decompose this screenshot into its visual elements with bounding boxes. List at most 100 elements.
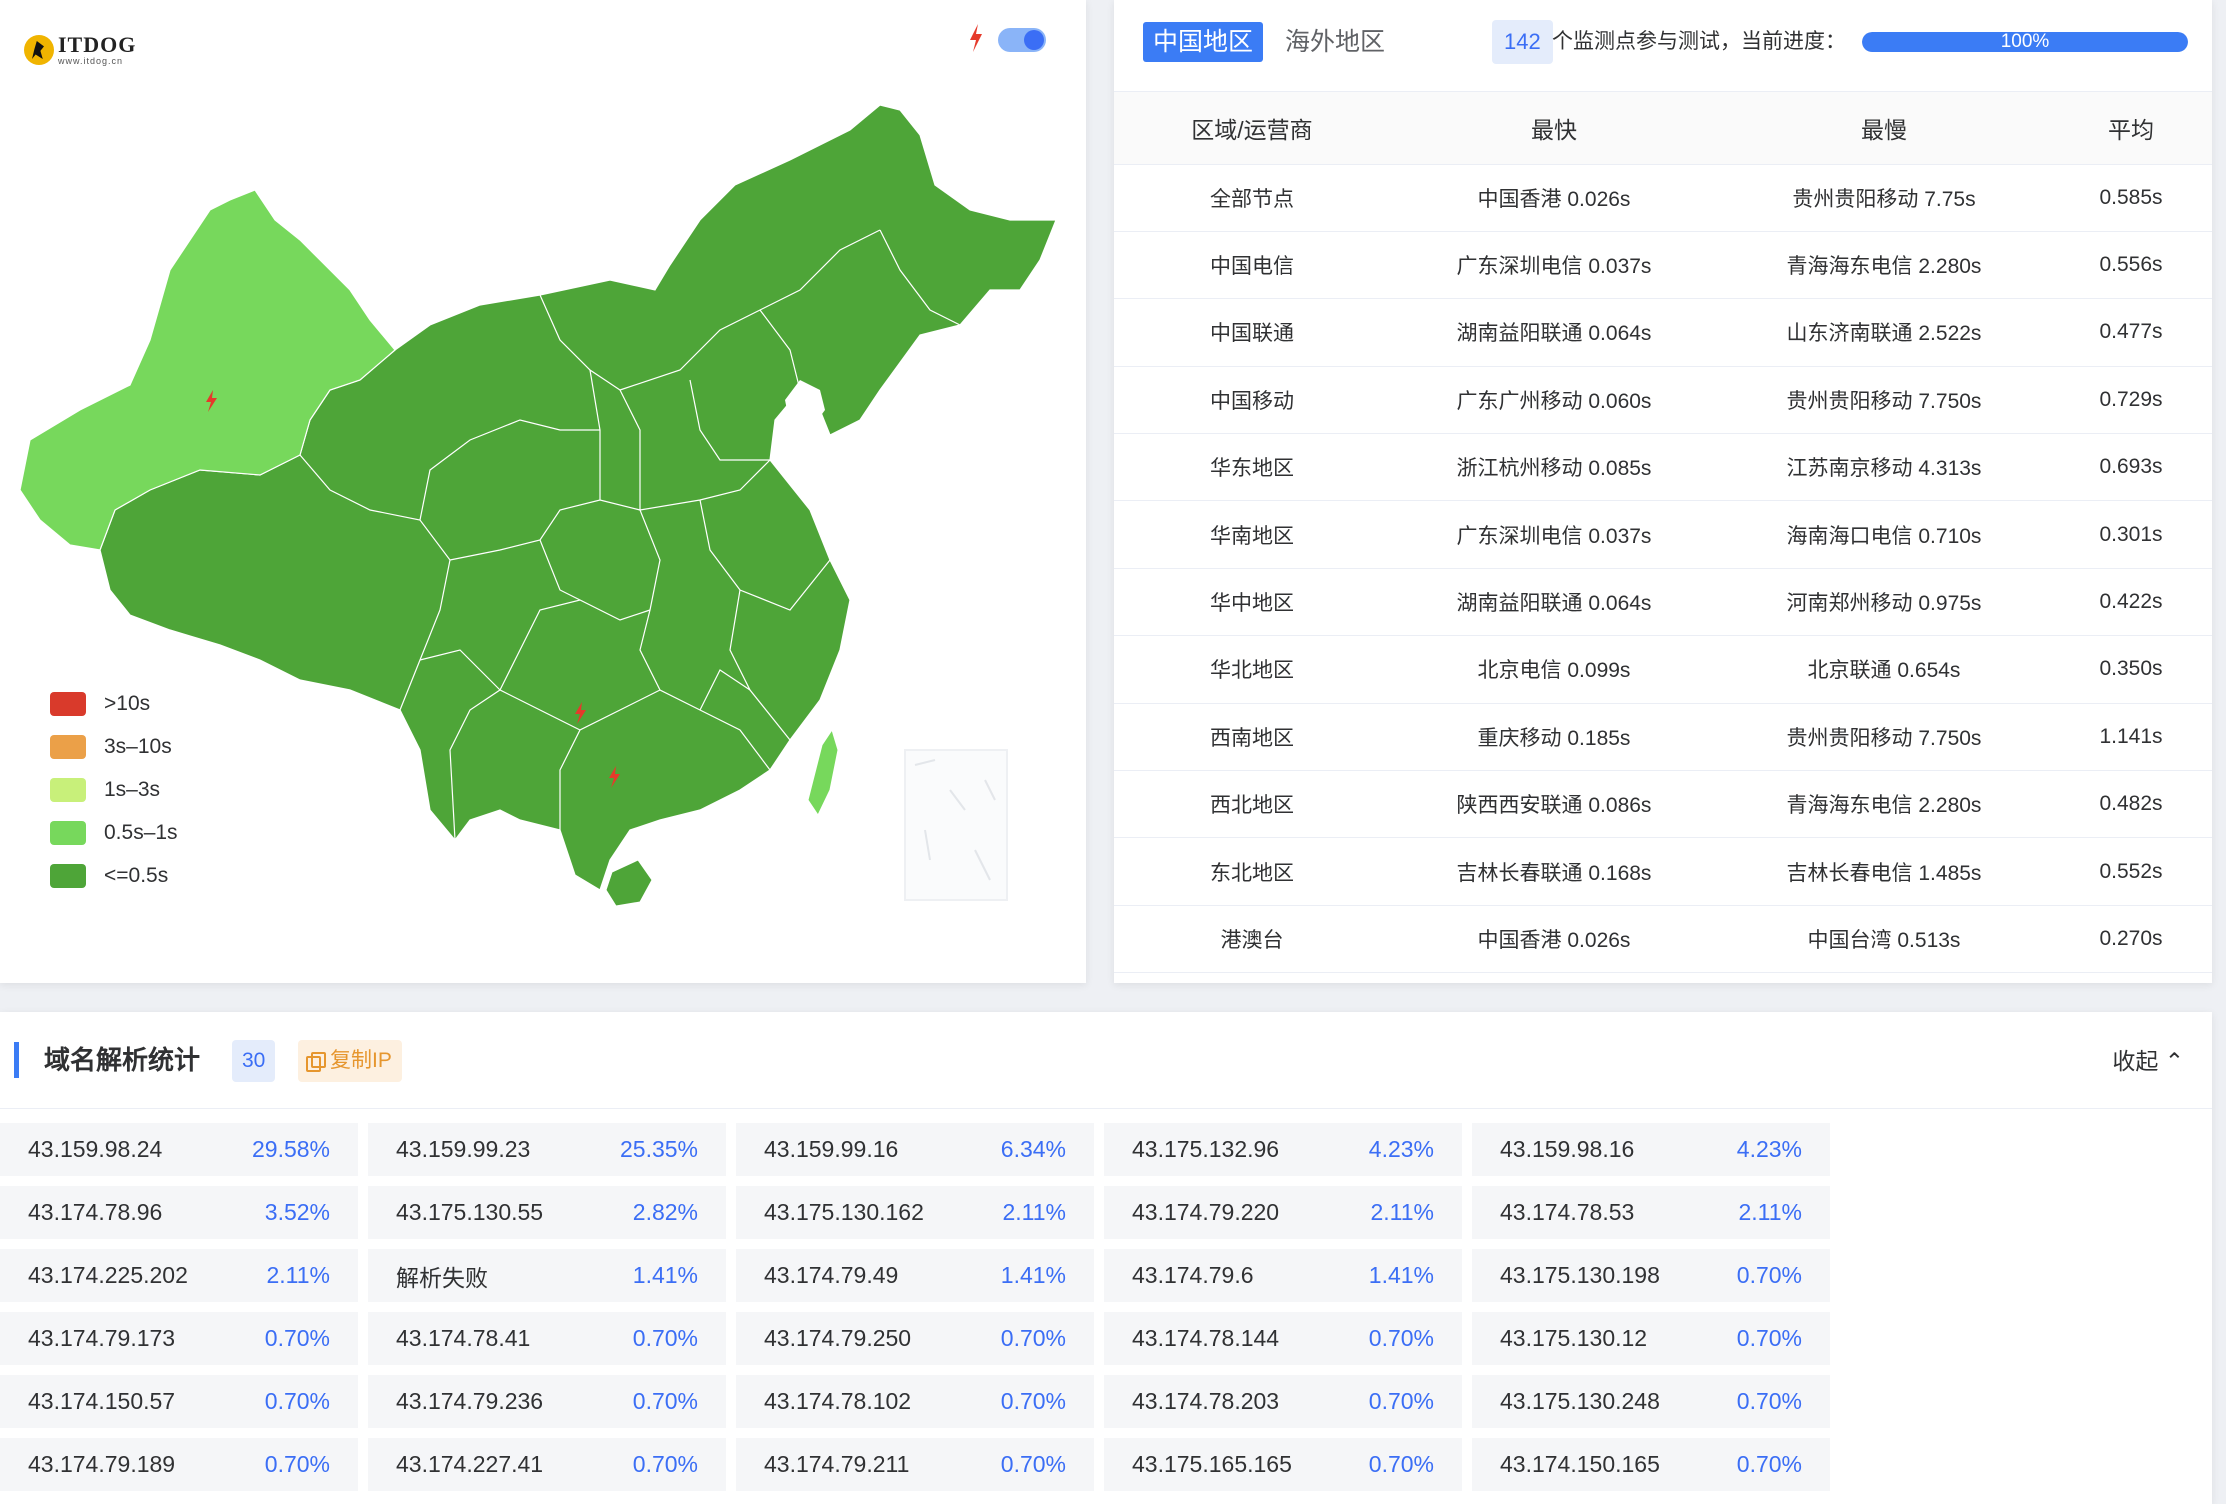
legend-item[interactable]: 3s–10s [50,725,178,768]
dns-ip-item[interactable]: 解析失败 1.41% [368,1249,726,1302]
dns-ip-address: 43.174.79.236 [396,1388,544,1414]
dns-ip-item[interactable]: 43.159.99.16 6.34% [736,1123,1094,1176]
dns-ip-percent: 3.52% [264,1199,330,1225]
fast-mode-toggle[interactable] [998,28,1046,52]
dns-ip-item[interactable]: 43.174.78.144 0.70% [1104,1312,1462,1365]
dns-ip-address: 43.174.150.165 [1500,1451,1660,1477]
dns-ip-item[interactable]: 43.174.78.96 3.52% [0,1186,358,1239]
column-header-region[interactable]: 区域/运营商 [1114,92,1390,165]
dns-ip-percent: 0.70% [1368,1325,1434,1351]
dns-ip-item[interactable]: 43.175.130.55 2.82% [368,1186,726,1239]
dns-ip-address: 43.174.79.6 [1132,1262,1254,1288]
cell-average: 0.270s [2050,905,2212,974]
legend-item[interactable]: <=0.5s [50,854,178,897]
dns-ip-item[interactable]: 43.175.130.162 2.11% [736,1186,1094,1239]
dns-ip-item[interactable]: 43.174.79.173 0.70% [0,1312,358,1365]
dns-ip-address: 43.174.78.144 [1132,1325,1280,1351]
cell-slowest: 中国台湾 0.513s [1718,905,2050,974]
cell-region: 华东地区 [1114,433,1390,502]
dns-ip-address: 43.174.79.220 [1132,1199,1280,1225]
table-row: 西北地区 陕西西安联通 0.086s 青海海东电信 2.280s 0.482s [1114,770,2212,839]
cell-fastest: 浙江杭州移动 0.085s [1390,433,1718,502]
dns-ip-address: 43.159.98.16 [1500,1136,1635,1162]
dns-ip-percent: 0.70% [1736,1262,1802,1288]
dns-ip-item[interactable]: 43.175.132.96 4.23% [1104,1123,1462,1176]
dns-ip-percent: 0.70% [1368,1451,1434,1477]
cell-fastest: 重庆移动 0.185s [1390,703,1718,772]
dns-ip-item[interactable]: 43.174.79.189 0.70% [0,1438,358,1491]
dns-ip-item[interactable]: 43.174.150.57 0.70% [0,1375,358,1428]
cell-fastest: 北京电信 0.099s [1390,635,1718,704]
column-header-slowest[interactable]: 最慢 [1718,92,2050,165]
stats-table-body: 全部节点 中国香港 0.026s 贵州贵阳移动 7.75s 0.585s 中国电信 广东深… [1114,164,2212,974]
dns-ip-item[interactable]: 43.174.79.49 1.41% [736,1249,1094,1302]
dns-ip-percent: 0.70% [264,1451,330,1477]
map-region-taiwan[interactable] [807,728,839,817]
dns-ip-item[interactable]: 43.174.150.165 0.70% [1472,1438,1830,1491]
dns-ip-percent: 1.41% [1000,1262,1066,1288]
dns-ip-item[interactable]: 43.159.99.23 25.35% [368,1123,726,1176]
cell-region: 中国电信 [1114,231,1390,300]
lightning-icon [970,24,982,52]
dns-ip-percent: 2.82% [632,1199,698,1225]
tab-overseas-region[interactable]: 海外地区 [1275,22,1395,62]
table-row: 华北地区 北京电信 0.099s 北京联通 0.654s 0.350s [1114,635,2212,704]
dns-ip-percent: 0.70% [1000,1451,1066,1477]
dns-ip-address: 43.174.150.57 [28,1388,176,1414]
collapse-button[interactable]: 收起 ⌃ [2112,1040,2184,1082]
dns-ip-item[interactable]: 43.174.79.250 0.70% [736,1312,1094,1365]
dns-ip-item[interactable]: 43.175.130.12 0.70% [1472,1312,1830,1365]
dns-ip-percent: 0.70% [264,1388,330,1414]
monitor-count-text: 个监测点参与测试，当前进度： [1552,30,1846,53]
dns-ip-item[interactable]: 43.174.227.41 0.70% [368,1438,726,1491]
cell-slowest: 青海海东电信 2.280s [1718,231,2050,300]
dns-ip-item[interactable]: 43.174.225.202 2.11% [0,1249,358,1302]
dns-ip-item[interactable]: 43.174.78.41 0.70% [368,1312,726,1365]
column-header-average[interactable]: 平均 [2050,92,2212,165]
latency-legend: >10s 3s–10s 1s–3s 0.5s–1s <=0.5s [50,682,178,897]
copy-ip-label: 复制IP [330,1049,392,1072]
dns-ip-item[interactable]: 43.175.130.248 0.70% [1472,1375,1830,1428]
cell-slowest: 贵州贵阳移动 7.750s [1718,703,2050,772]
tab-china-region[interactable]: 中国地区 [1143,22,1264,62]
map-region-hainan[interactable] [605,859,653,907]
dns-ip-percent: 29.58% [251,1136,330,1162]
cell-slowest: 北京联通 0.654s [1718,635,2050,704]
legend-item[interactable]: >10s [50,682,178,725]
progress-bar: 100% [1862,32,2188,52]
dns-ip-address: 解析失败 [396,1264,488,1291]
dns-ip-item[interactable]: 43.174.78.102 0.70% [736,1375,1094,1428]
dns-ip-address: 43.174.79.211 [764,1451,910,1477]
cell-slowest: 贵州贵阳移动 7.750s [1718,366,2050,435]
dns-ip-item[interactable]: 43.174.78.203 0.70% [1104,1375,1462,1428]
legend-item[interactable]: 1s–3s [50,768,178,811]
cell-region: 中国移动 [1114,366,1390,435]
dns-ip-address: 43.174.78.41 [396,1325,531,1351]
copy-ip-button[interactable]: 复制IP [298,1040,402,1082]
stats-panel: 中国地区 海外地区 142 个监测点参与测试，当前进度： 100% 区域/运营商… [1114,0,2212,983]
dns-ip-address: 43.175.165.165 [1132,1451,1292,1477]
dns-ip-percent: 4.23% [1368,1136,1434,1162]
dns-header: 域名解析统计 30 复制IP 收起 ⌃ [0,1012,2212,1109]
cell-region: 华南地区 [1114,500,1390,569]
legend-item[interactable]: 0.5s–1s [50,811,178,854]
dns-ip-item[interactable]: 43.175.130.198 0.70% [1472,1249,1830,1302]
dns-ip-item[interactable]: 43.159.98.16 4.23% [1472,1123,1830,1176]
table-header-row: 区域/运营商 最快 最慢 平均 [1114,92,2212,165]
cell-average: 0.585s [2050,164,2212,232]
legend-swatch [50,777,86,802]
dns-ip-item[interactable]: 43.174.79.6 1.41% [1104,1249,1462,1302]
cell-slowest: 海南海口电信 0.710s [1718,500,2050,569]
column-header-fastest[interactable]: 最快 [1390,92,1718,165]
dns-ip-address: 43.159.99.16 [764,1136,899,1162]
cell-average: 0.422s [2050,568,2212,637]
dns-ip-item[interactable]: 43.174.79.220 2.11% [1104,1186,1462,1239]
table-row: 华东地区 浙江杭州移动 0.085s 江苏南京移动 4.313s 0.693s [1114,433,2212,502]
itdog-logo: ITDOG www.itdog.cn [24,30,136,70]
dns-ip-item[interactable]: 43.174.79.211 0.70% [736,1438,1094,1491]
dns-ip-item[interactable]: 43.174.79.236 0.70% [368,1375,726,1428]
dns-ip-item[interactable]: 43.175.165.165 0.70% [1104,1438,1462,1491]
dns-ip-item[interactable]: 43.174.78.53 2.11% [1472,1186,1830,1239]
legend-label: <=0.5s [104,863,169,887]
dns-ip-item[interactable]: 43.159.98.24 29.58% [0,1123,358,1176]
